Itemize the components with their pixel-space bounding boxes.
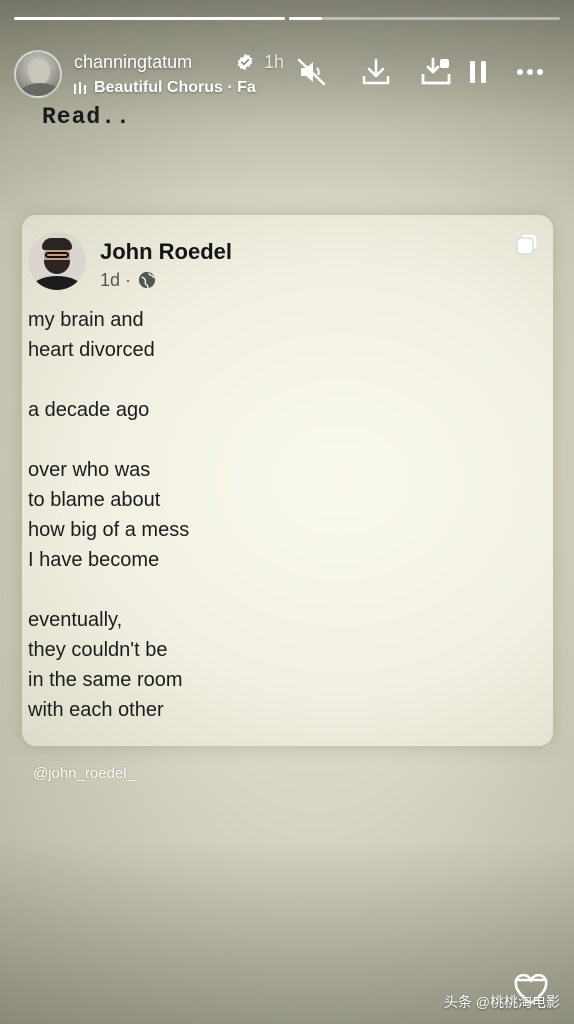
watermark: 头条 @桃桃淘电影 xyxy=(443,994,560,1010)
time-ago: 1h xyxy=(264,52,285,72)
verified-badge-icon xyxy=(237,53,253,71)
poem-line: how big of a mess xyxy=(28,519,190,541)
post-author-name[interactable]: John Roedel xyxy=(100,239,232,265)
music-label[interactable]: Beautiful Chorus · Fa xyxy=(74,79,289,97)
poem-line: heart divorced xyxy=(28,339,155,361)
poem-line: in the same room xyxy=(28,669,183,691)
save-icon[interactable] xyxy=(420,56,452,88)
poem-line: with each other xyxy=(28,699,164,721)
poem-line: a decade ago xyxy=(28,399,150,421)
pause-icon[interactable] xyxy=(462,56,494,88)
music-bars-icon xyxy=(74,81,86,94)
download-icon[interactable] xyxy=(360,56,392,88)
mention-handle[interactable]: @john_roedel_ xyxy=(33,765,135,782)
mute-icon[interactable] xyxy=(296,56,328,88)
story-progress-segment-1 xyxy=(14,17,285,20)
poem-line: they couldn't be xyxy=(28,639,168,661)
music-title: Beautiful Chorus · Fa xyxy=(94,79,256,96)
story-controls xyxy=(296,56,560,92)
post-author-avatar[interactable] xyxy=(28,232,86,290)
post-time: 1d · xyxy=(100,270,132,290)
poem-line xyxy=(28,425,528,455)
globe-icon xyxy=(138,271,156,289)
poem-line: I have become xyxy=(28,549,160,571)
poem-line: my brain and xyxy=(28,309,144,331)
username[interactable]: channingtatum xyxy=(74,52,192,73)
poem-line xyxy=(28,365,528,395)
poem-line xyxy=(28,575,528,605)
poem-line: eventually, xyxy=(28,609,123,631)
copy-icon[interactable] xyxy=(515,232,539,256)
more-icon[interactable] xyxy=(514,56,546,88)
post-meta: 1d · xyxy=(100,270,156,291)
post-card: John Roedel 1d · my brain and heart divor… xyxy=(22,215,553,746)
poem-line: to blame about xyxy=(28,489,161,511)
avatar[interactable] xyxy=(14,50,62,98)
story-progress-segment-2 xyxy=(289,17,560,20)
overlay-text: Read.. xyxy=(42,104,131,130)
story-progress-bar xyxy=(14,17,560,20)
post-poem: my brain and heart divorced a decade ago ov… xyxy=(28,305,528,725)
poem-line: over who was xyxy=(28,459,151,481)
